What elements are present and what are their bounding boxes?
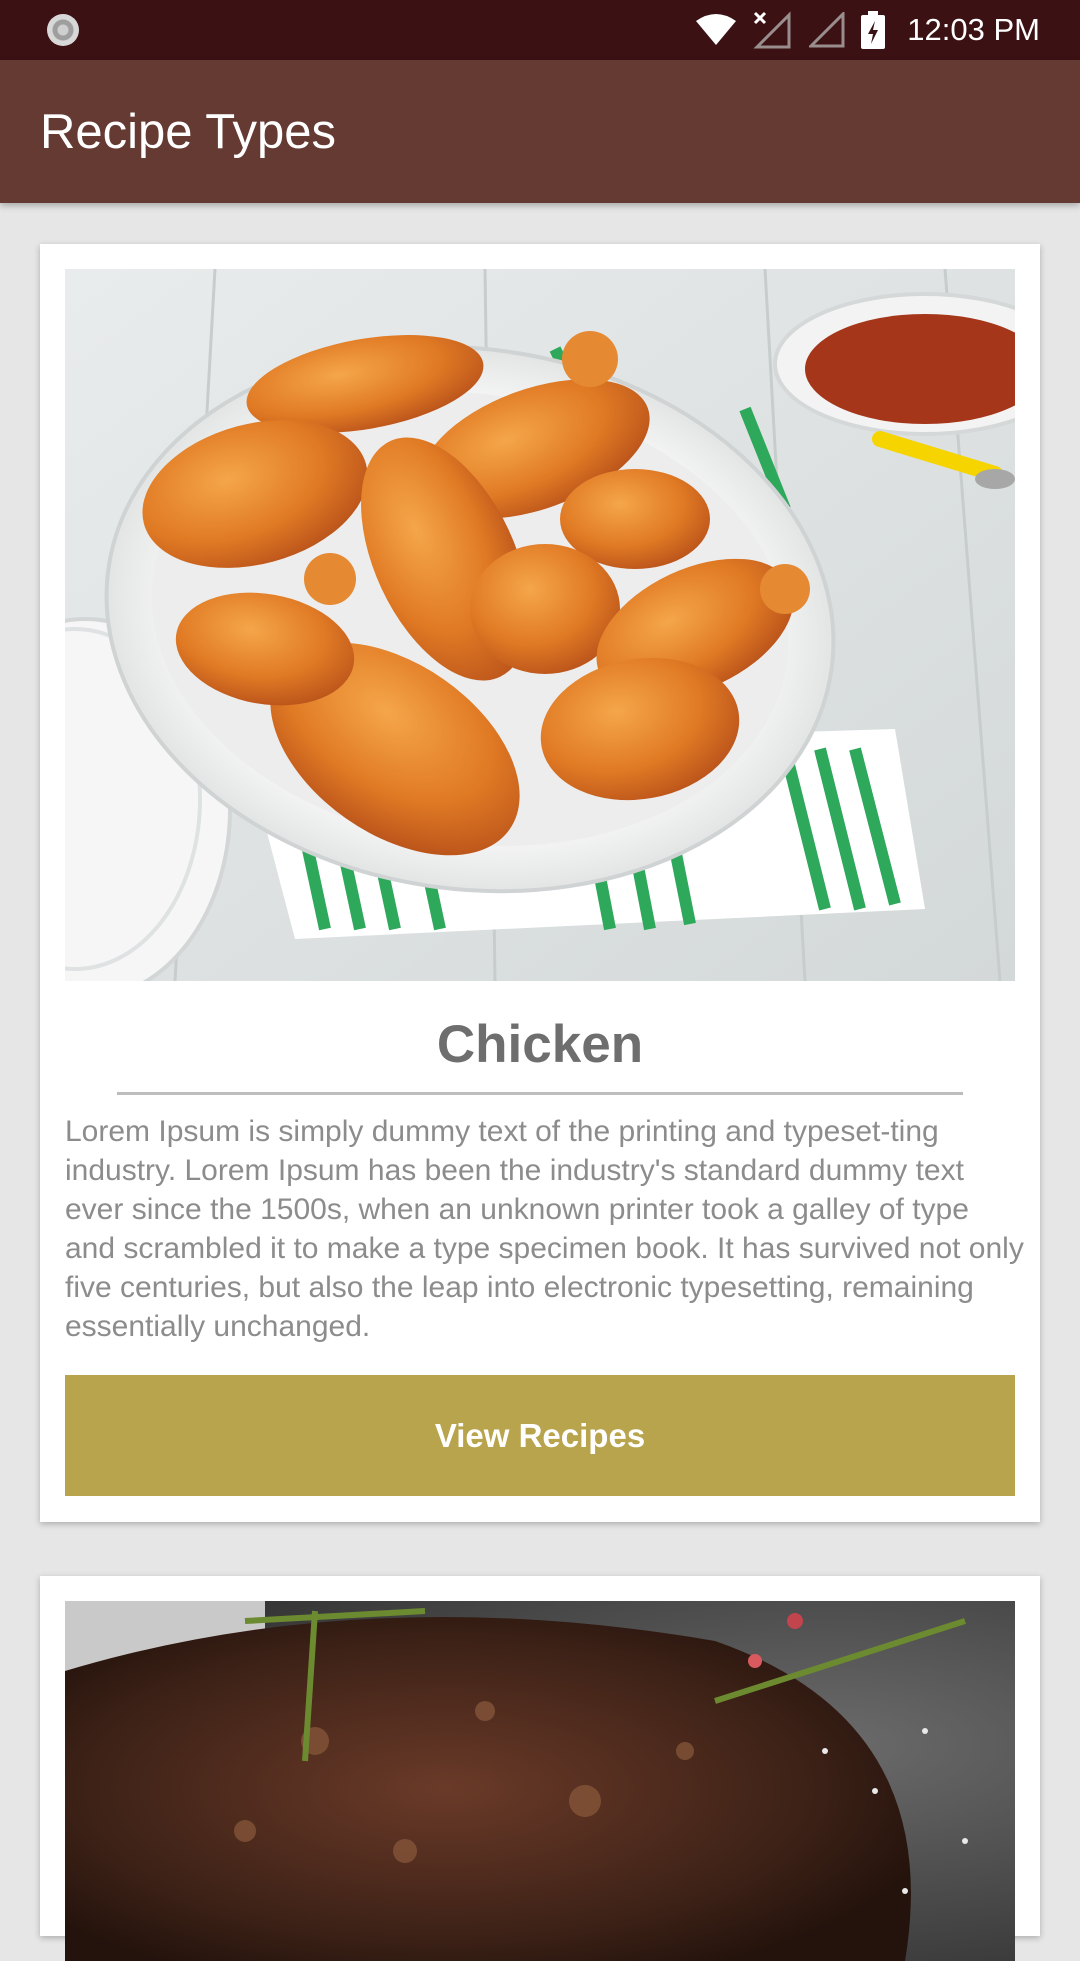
- signal-icon: [809, 12, 845, 48]
- status-icons: 12:03 PM: [695, 0, 1040, 60]
- title-divider: [117, 1092, 963, 1095]
- grilled-chicken-photo: [65, 269, 1015, 981]
- app-bar: Recipe Types: [0, 60, 1080, 203]
- status-bar: 12:03 PM: [0, 0, 1080, 60]
- recipe-card: [40, 1576, 1040, 1961]
- card-title: Chicken: [436, 1015, 644, 1074]
- wifi-icon: [696, 14, 737, 45]
- recipe-card: Chicken Lorem Ipsum is simply dummy text…: [40, 244, 1040, 1522]
- view-recipes-button[interactable]: View Recipes: [65, 1375, 1015, 1496]
- page-title: Recipe Types: [40, 105, 336, 159]
- notification-icon: [47, 14, 79, 46]
- signal-x-icon: [753, 11, 791, 49]
- card-description: Lorem Ipsum is simply dummy text of the …: [65, 1115, 1024, 1343]
- status-time: 12:03 PM: [907, 12, 1040, 47]
- battery-charging-icon: [861, 11, 886, 49]
- grilled-steak-photo: [65, 1601, 1015, 1961]
